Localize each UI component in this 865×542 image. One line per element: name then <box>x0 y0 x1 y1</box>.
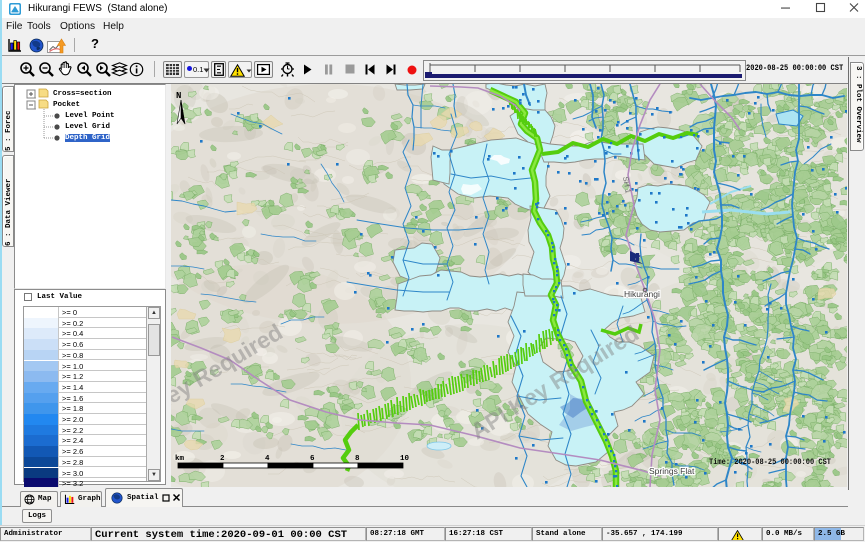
svg-text:4: 4 <box>265 455 270 463</box>
svg-text:2: 2 <box>220 455 225 463</box>
svg-text:10: 10 <box>400 455 410 463</box>
svg-text:N: N <box>176 91 181 101</box>
svg-text:Springs Flat: Springs Flat <box>649 466 695 476</box>
svg-text:Hikurangi: Hikurangi <box>624 289 660 299</box>
svg-text:km: km <box>175 455 185 463</box>
svg-text:Time: 2020-08-25 00:00:00 CST: Time: 2020-08-25 00:00:00 CST <box>709 458 831 467</box>
svg-text:6: 6 <box>310 455 315 463</box>
svg-text:8: 8 <box>355 455 360 463</box>
